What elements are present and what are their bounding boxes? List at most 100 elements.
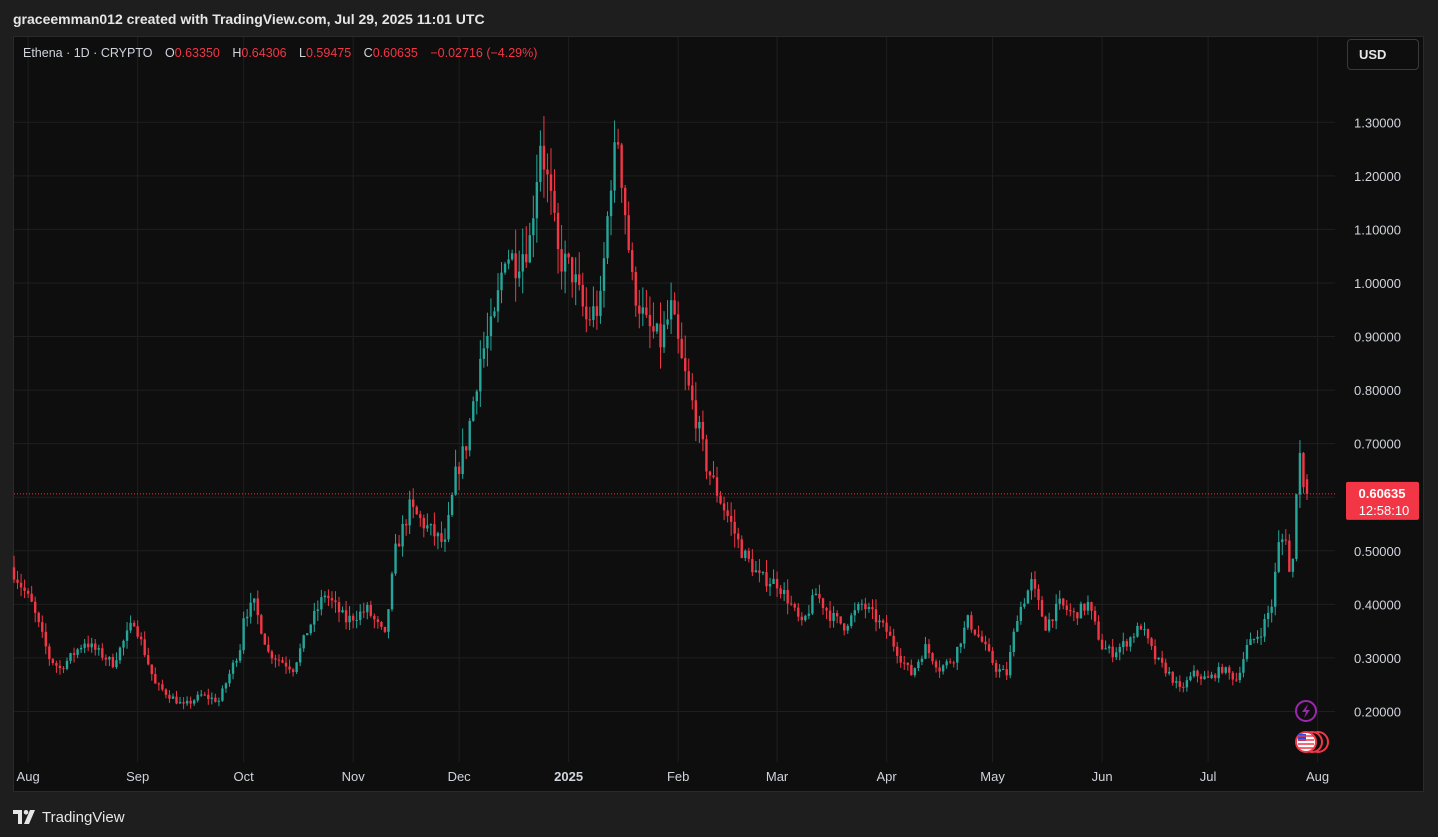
candle-body — [16, 579, 19, 583]
candle-body — [337, 602, 341, 613]
candle-body — [535, 182, 539, 219]
candle-body — [447, 514, 450, 540]
y-tick-label: 0.90000 — [1354, 330, 1401, 345]
candle-body — [666, 319, 669, 325]
candle-body — [680, 338, 683, 359]
candle-body — [910, 664, 913, 676]
candle-body — [461, 446, 464, 475]
candle-body — [1277, 542, 1280, 572]
candle-body — [33, 601, 37, 613]
candle-body — [620, 144, 623, 188]
candle-body — [712, 475, 715, 478]
candle-body — [1192, 670, 1196, 677]
candle-body — [41, 622, 44, 632]
candle-body — [132, 622, 136, 627]
x-tick-label: Feb — [667, 769, 689, 784]
candle-body — [963, 627, 966, 644]
candle-body — [599, 290, 602, 316]
candle-body — [1122, 641, 1125, 648]
candle-body — [843, 623, 846, 631]
candle-body — [51, 659, 55, 664]
candle-body — [1157, 657, 1160, 660]
candle-body — [242, 618, 245, 651]
candle-body — [1132, 636, 1136, 638]
candle-body — [334, 600, 337, 603]
candle-body — [221, 688, 224, 701]
candle-body — [302, 635, 305, 649]
candle-body — [284, 662, 288, 667]
candle-body — [959, 643, 962, 647]
candle-body — [83, 643, 86, 648]
candle-body — [631, 250, 634, 273]
candle-body — [758, 570, 761, 573]
candle-body — [298, 648, 302, 663]
candle-body — [1058, 598, 1061, 604]
candle-body — [609, 190, 613, 217]
candle-body — [641, 307, 645, 314]
candle-body — [235, 660, 238, 663]
candle-body — [1033, 579, 1037, 589]
candle-body — [1288, 540, 1291, 572]
candlestick-chart[interactable]: 1.30000 1.20000 1.10000 1.00000 0.90000 0.800… — [0, 0, 1438, 837]
candle-body — [76, 649, 79, 655]
candle-body — [772, 578, 775, 584]
candle-body — [486, 335, 489, 349]
candle-body — [786, 589, 789, 604]
candle-body — [426, 525, 429, 529]
candle-body — [719, 495, 722, 504]
candle-body — [970, 615, 973, 630]
candle-body — [369, 605, 373, 616]
candle-body — [588, 319, 592, 321]
candle-body — [765, 572, 768, 587]
candle-body — [606, 216, 609, 259]
price-badge-countdown: 12:58:10 — [1359, 503, 1410, 518]
candle-body — [595, 306, 599, 316]
candle-body — [546, 169, 549, 175]
candle-body — [1143, 629, 1146, 631]
candle-body — [627, 215, 630, 251]
candle-body — [1054, 603, 1058, 622]
candle-body — [648, 314, 652, 327]
candle-body — [888, 631, 892, 636]
candle-body — [1213, 674, 1217, 679]
candle-body — [652, 326, 655, 332]
candle-body — [196, 694, 199, 701]
tradingview-logo-icon — [13, 810, 35, 824]
candle-body — [779, 588, 782, 594]
y-tick-label: 0.70000 — [1354, 437, 1401, 452]
candle-body — [348, 615, 351, 623]
candle-body — [122, 640, 125, 648]
candle-body — [1182, 686, 1185, 688]
candle-body — [203, 694, 206, 696]
candle-body — [185, 700, 189, 704]
candle-body — [570, 257, 574, 283]
candle-body — [94, 643, 97, 650]
candle-body — [1259, 636, 1263, 638]
candle-body — [1086, 602, 1090, 611]
candle-body — [1104, 648, 1107, 650]
candle-body — [12, 567, 16, 580]
currency-button[interactable]: USD — [1347, 39, 1419, 70]
candle-body — [143, 639, 146, 656]
candle-body — [295, 662, 298, 673]
candle-body — [980, 636, 984, 642]
candle-body — [850, 615, 853, 626]
candle-body — [376, 619, 380, 623]
candle-body — [860, 603, 864, 605]
candle-body — [952, 662, 955, 664]
candle-body — [1072, 611, 1076, 613]
candle-body — [58, 665, 62, 669]
candle-body — [1189, 676, 1192, 681]
tradingview-logo[interactable]: TradingView — [13, 807, 125, 827]
candle-body — [878, 620, 881, 623]
candle-body — [1069, 610, 1072, 612]
candle-body — [1266, 612, 1270, 619]
candle-body — [274, 658, 277, 660]
candle-body — [288, 666, 291, 670]
candle-body — [503, 263, 507, 273]
candle-body — [48, 646, 51, 660]
candle-body — [79, 647, 83, 650]
candle-body — [1153, 646, 1157, 660]
symbol-label[interactable]: Ethena · 1D · CRYPTO — [23, 46, 152, 60]
candle-body — [387, 609, 390, 632]
